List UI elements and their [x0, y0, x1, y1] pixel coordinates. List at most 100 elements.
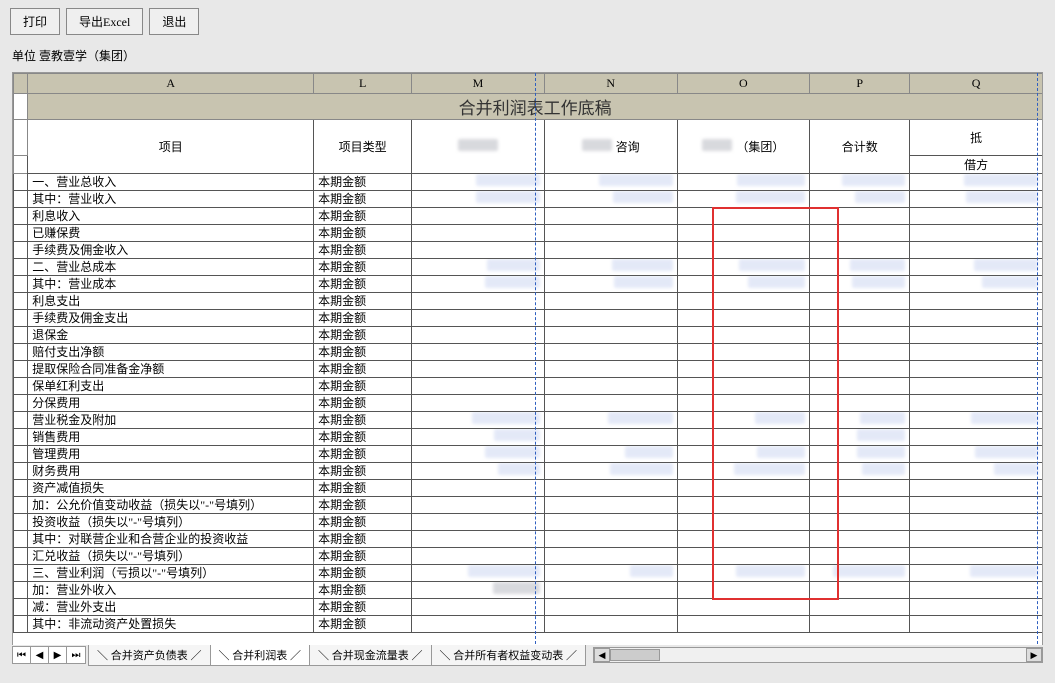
scroll-thumb[interactable]	[610, 649, 660, 661]
row-type[interactable]: 本期金额	[314, 412, 412, 429]
cell-m[interactable]	[412, 208, 545, 225]
spreadsheet-table[interactable]: ALMNOPQ合并利润表工作底稿项目项目类型咨询（集团）合计数抵借方一、营业总收…	[13, 73, 1042, 633]
cell-o[interactable]	[677, 429, 810, 446]
cell-m[interactable]	[412, 548, 545, 565]
cell-q[interactable]	[910, 616, 1042, 633]
cell-o[interactable]	[677, 310, 810, 327]
cell-p[interactable]	[810, 616, 910, 633]
cell-m[interactable]	[412, 327, 545, 344]
cell-p[interactable]	[810, 531, 910, 548]
row-item[interactable]: 其中：营业收入	[28, 191, 314, 208]
cell-p[interactable]	[810, 191, 910, 208]
cell-n[interactable]	[544, 378, 677, 395]
column-header-O[interactable]: O	[677, 74, 810, 94]
row-item[interactable]: 利息支出	[28, 293, 314, 310]
cell-p[interactable]	[810, 225, 910, 242]
cell-n[interactable]	[544, 412, 677, 429]
horizontal-scrollbar[interactable]: ◀ ▶	[593, 647, 1043, 663]
row-type[interactable]: 本期金额	[314, 191, 412, 208]
cell-m[interactable]	[412, 599, 545, 616]
cell-p[interactable]	[810, 548, 910, 565]
cell-n[interactable]	[544, 548, 677, 565]
row-item[interactable]: 其中：对联营企业和合营企业的投资收益	[28, 531, 314, 548]
cell-o[interactable]	[677, 548, 810, 565]
row-item[interactable]: 加：公允价值变动收益（损失以"-"号填列）	[28, 497, 314, 514]
cell-m[interactable]	[412, 276, 545, 293]
cell-n[interactable]	[544, 225, 677, 242]
cell-q[interactable]	[910, 429, 1042, 446]
cell-m[interactable]	[412, 514, 545, 531]
sheet-tab[interactable]: ＼ 合并利润表 ／	[210, 645, 311, 666]
cell-p[interactable]	[810, 310, 910, 327]
cell-o[interactable]	[677, 378, 810, 395]
cell-n[interactable]	[544, 208, 677, 225]
cell-o[interactable]	[677, 599, 810, 616]
cell-m[interactable]	[412, 565, 545, 582]
cell-o[interactable]	[677, 225, 810, 242]
row-type[interactable]: 本期金额	[314, 361, 412, 378]
scroll-left-icon[interactable]: ◀	[594, 648, 610, 662]
cell-n[interactable]	[544, 344, 677, 361]
select-all-corner[interactable]	[14, 74, 28, 94]
row-item[interactable]: 销售费用	[28, 429, 314, 446]
cell-n[interactable]	[544, 599, 677, 616]
tab-nav-prev-icon[interactable]: ◀	[31, 647, 49, 663]
cell-m[interactable]	[412, 446, 545, 463]
cell-o[interactable]	[677, 582, 810, 599]
cell-n[interactable]	[544, 310, 677, 327]
cell-q[interactable]	[910, 191, 1042, 208]
cell-p[interactable]	[810, 480, 910, 497]
row-item[interactable]: 其中：非流动资产处置损失	[28, 616, 314, 633]
cell-n[interactable]	[544, 429, 677, 446]
cell-q[interactable]	[910, 225, 1042, 242]
row-item[interactable]: 资产减值损失	[28, 480, 314, 497]
row-type[interactable]: 本期金额	[314, 463, 412, 480]
cell-q[interactable]	[910, 463, 1042, 480]
cell-p[interactable]	[810, 412, 910, 429]
cell-p[interactable]	[810, 514, 910, 531]
cell-q[interactable]	[910, 276, 1042, 293]
cell-q[interactable]	[910, 599, 1042, 616]
cell-q[interactable]	[910, 565, 1042, 582]
row-item[interactable]: 保单红利支出	[28, 378, 314, 395]
sheet-tab[interactable]: ＼ 合并现金流量表 ／	[309, 645, 432, 666]
row-type[interactable]: 本期金额	[314, 514, 412, 531]
cell-m[interactable]	[412, 191, 545, 208]
column-header-A[interactable]: A	[28, 74, 314, 94]
cell-q[interactable]	[910, 548, 1042, 565]
cell-o[interactable]	[677, 191, 810, 208]
row-type[interactable]: 本期金额	[314, 616, 412, 633]
cell-n[interactable]	[544, 276, 677, 293]
row-type[interactable]: 本期金额	[314, 208, 412, 225]
cell-m[interactable]	[412, 616, 545, 633]
cell-q[interactable]	[910, 174, 1042, 191]
cell-p[interactable]	[810, 378, 910, 395]
row-item[interactable]: 二、营业总成本	[28, 259, 314, 276]
cell-q[interactable]	[910, 531, 1042, 548]
cell-o[interactable]	[677, 412, 810, 429]
cell-q[interactable]	[910, 344, 1042, 361]
row-item[interactable]: 分保费用	[28, 395, 314, 412]
cell-m[interactable]	[412, 429, 545, 446]
cell-q[interactable]	[910, 378, 1042, 395]
cell-m[interactable]	[412, 174, 545, 191]
row-type[interactable]: 本期金额	[314, 259, 412, 276]
column-header-Q[interactable]: Q	[910, 74, 1042, 94]
cell-p[interactable]	[810, 361, 910, 378]
row-type[interactable]: 本期金额	[314, 344, 412, 361]
row-type[interactable]: 本期金额	[314, 531, 412, 548]
row-type[interactable]: 本期金额	[314, 565, 412, 582]
row-type[interactable]: 本期金额	[314, 293, 412, 310]
row-type[interactable]: 本期金额	[314, 548, 412, 565]
row-type[interactable]: 本期金额	[314, 480, 412, 497]
cell-m[interactable]	[412, 361, 545, 378]
cell-o[interactable]	[677, 531, 810, 548]
cell-p[interactable]	[810, 463, 910, 480]
cell-m[interactable]	[412, 259, 545, 276]
cell-m[interactable]	[412, 242, 545, 259]
cell-m[interactable]	[412, 497, 545, 514]
cell-n[interactable]	[544, 616, 677, 633]
cell-q[interactable]	[910, 361, 1042, 378]
column-header-P[interactable]: P	[810, 74, 910, 94]
cell-n[interactable]	[544, 463, 677, 480]
